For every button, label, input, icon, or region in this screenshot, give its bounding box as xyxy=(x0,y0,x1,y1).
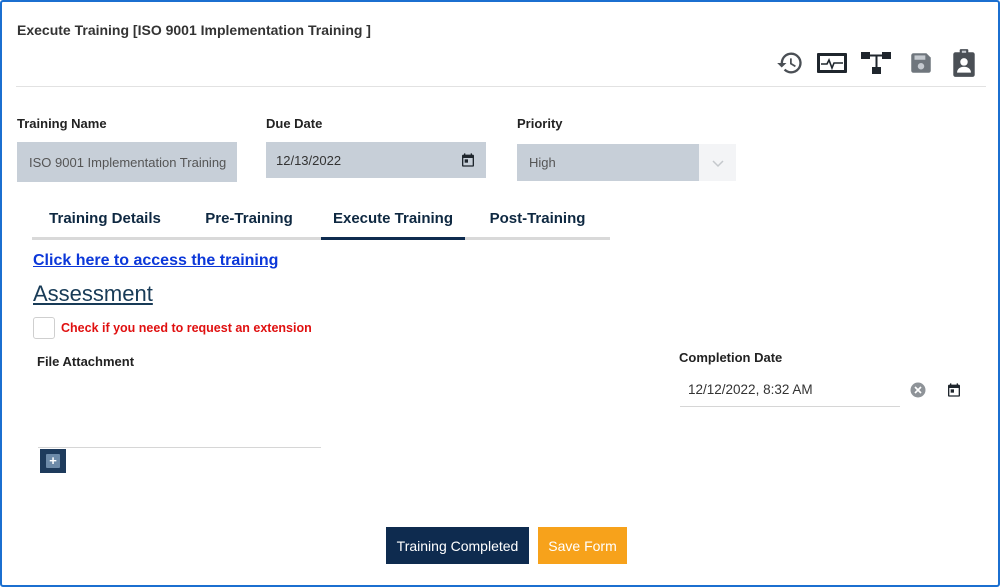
history-button[interactable] xyxy=(774,47,806,79)
tab-training-details[interactable]: Training Details xyxy=(32,200,178,237)
tab-pre-training[interactable]: Pre-Training xyxy=(178,200,320,237)
training-completed-button[interactable]: Training Completed xyxy=(386,527,529,564)
training-name-field[interactable]: ISO 9001 Implementation Training xyxy=(17,142,237,182)
completion-date-clear-button[interactable] xyxy=(908,380,928,400)
add-attachment-button[interactable]: + xyxy=(40,449,66,473)
calendar-icon xyxy=(462,153,474,167)
chevron-down-icon xyxy=(711,159,724,167)
plus-icon: + xyxy=(46,454,60,468)
save-form-button[interactable]: Save Form xyxy=(538,527,627,564)
completion-date-label: Completion Date xyxy=(679,350,783,365)
priority-select[interactable]: High xyxy=(517,144,699,181)
save-icon-button[interactable] xyxy=(905,47,937,79)
completion-date-value: 12/12/2022, 8:32 AM xyxy=(688,381,813,397)
tab-bar: Training Details Pre-Training Execute Tr… xyxy=(32,200,610,240)
priority-value: High xyxy=(529,155,556,170)
assignee-button[interactable] xyxy=(948,47,980,79)
due-date-calendar-button[interactable] xyxy=(459,151,477,169)
priority-dropdown-toggle[interactable] xyxy=(699,144,736,181)
access-training-link[interactable]: Click here to access the training xyxy=(33,252,278,270)
save-icon xyxy=(911,53,931,73)
due-date-label: Due Date xyxy=(266,116,323,131)
form-window: Execute Training [ISO 9001 Implementatio… xyxy=(0,0,1000,587)
monitor-button[interactable] xyxy=(816,47,848,79)
priority-label: Priority xyxy=(517,116,563,131)
page-title: Execute Training [ISO 9001 Implementatio… xyxy=(17,22,371,38)
history-icon xyxy=(777,52,802,74)
completion-date-calendar-button[interactable] xyxy=(944,380,964,400)
tab-post-training[interactable]: Post-Training xyxy=(465,200,610,237)
clipboard-user-icon xyxy=(953,49,975,77)
file-attachment-divider xyxy=(38,447,321,448)
calendar-icon xyxy=(948,383,960,397)
due-date-value: 12/13/2022 xyxy=(276,152,342,168)
due-date-field[interactable]: 12/13/2022 xyxy=(266,142,486,178)
assessment-heading: Assessment xyxy=(33,281,153,306)
workflow-icon xyxy=(861,52,891,74)
extension-checkbox-label: Check if you need to request an extensio… xyxy=(61,321,312,335)
monitor-icon xyxy=(817,53,847,73)
header-divider xyxy=(16,86,986,87)
training-name-label: Training Name xyxy=(17,116,107,131)
workflow-button[interactable] xyxy=(860,47,892,79)
training-name-value: ISO 9001 Implementation Training xyxy=(29,154,227,170)
file-attachment-label: File Attachment xyxy=(37,354,135,369)
completion-date-input[interactable]: 12/12/2022, 8:32 AM xyxy=(680,372,900,407)
clear-icon xyxy=(910,382,926,398)
tab-execute-training[interactable]: Execute Training xyxy=(321,200,465,240)
toolbar xyxy=(772,47,982,79)
extension-checkbox[interactable] xyxy=(33,317,55,339)
